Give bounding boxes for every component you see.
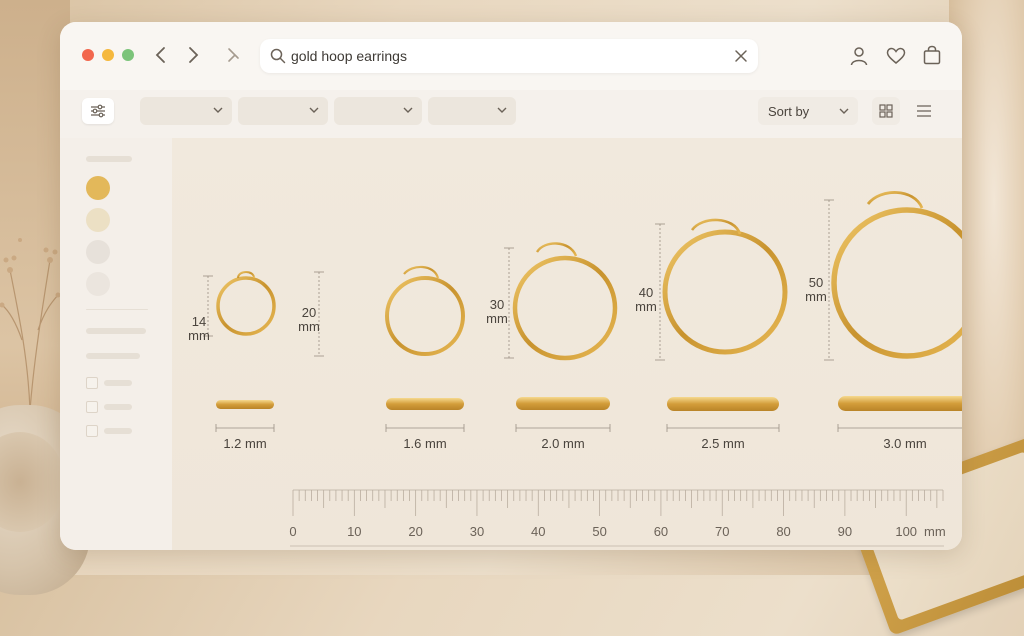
ruler-label: 40 <box>531 524 546 539</box>
sidebar-section-placeholder <box>86 353 140 359</box>
title-bar: gold hoop earrings <box>60 22 962 90</box>
ruler-unit: mm <box>924 524 946 539</box>
back-icon[interactable] <box>150 44 172 66</box>
ruler-label: 0 <box>289 524 297 539</box>
ruler-label: 80 <box>776 524 791 539</box>
hoop-size-label-50: 50 mm <box>805 275 827 304</box>
hoop-20mm[interactable] <box>314 265 465 432</box>
hoop-50mm[interactable] <box>824 191 962 432</box>
sidebar-checkbox[interactable] <box>86 425 98 437</box>
list-view-icon <box>917 105 931 117</box>
sort-dropdown[interactable]: Sort by <box>758 97 858 125</box>
sidebar-section-placeholder <box>86 328 146 334</box>
sidebar-heading-placeholder <box>86 156 132 162</box>
ruler-label: 100 <box>895 524 918 539</box>
hoop-30mm[interactable] <box>504 242 618 432</box>
grid-view-button[interactable] <box>872 97 900 125</box>
color-swatch-champagne[interactable] <box>86 208 110 232</box>
filter-button[interactable] <box>82 98 114 124</box>
sort-label: Sort by <box>768 104 810 119</box>
heart-icon[interactable] <box>886 47 906 65</box>
search-bar[interactable]: gold hoop earrings <box>260 39 758 73</box>
search-input[interactable]: gold hoop earrings <box>291 48 407 64</box>
measurement-ruler <box>292 489 944 516</box>
minimize-window-button[interactable] <box>102 49 114 61</box>
sidebar-option-placeholder <box>104 428 132 434</box>
sidebar-checkbox[interactable] <box>86 401 98 413</box>
clear-icon[interactable] <box>734 49 748 63</box>
color-swatch-silver[interactable] <box>86 240 110 264</box>
color-swatch-gold[interactable] <box>86 176 110 200</box>
ruler-label: 60 <box>653 524 669 539</box>
thickness-label: 2.5 mm <box>701 436 745 451</box>
filter-dropdown-3[interactable] <box>334 97 422 125</box>
color-swatch-light[interactable] <box>86 272 110 296</box>
ruler-label: 20 <box>408 524 423 539</box>
maximize-window-button[interactable] <box>122 49 134 61</box>
thickness-label: 3.0 mm <box>883 436 927 451</box>
sidebar-option-placeholder <box>104 404 132 410</box>
ruler-label: 30 <box>469 524 485 539</box>
filter-icon <box>91 104 105 118</box>
chevron-down-icon <box>497 107 507 113</box>
browser-window: gold hoop earrings Sort by 14 mm 20 mm 3… <box>60 22 962 550</box>
close-window-button[interactable] <box>82 49 94 61</box>
sidebar-divider <box>86 309 148 310</box>
grid-view-icon <box>879 104 893 118</box>
ruler-label: 10 <box>347 524 362 539</box>
ruler-label: 50 <box>592 524 607 539</box>
filter-dropdown-4[interactable] <box>428 97 516 125</box>
chevron-down-icon <box>213 107 223 113</box>
filter-sidebar <box>60 138 172 550</box>
hoop-14mm[interactable] <box>203 271 276 432</box>
chevron-down-icon <box>839 108 849 114</box>
hoop-size-label-30: 30 mm <box>486 297 508 326</box>
refresh-icon[interactable] <box>222 44 244 66</box>
list-view-button[interactable] <box>910 97 938 125</box>
ruler-label: 70 <box>715 524 730 539</box>
thickness-label: 2.0 mm <box>541 436 585 451</box>
chevron-down-icon <box>309 107 319 113</box>
sidebar-option-placeholder <box>104 380 132 386</box>
thickness-label: 1.6 mm <box>403 436 447 451</box>
bag-icon[interactable] <box>923 45 941 65</box>
hoop-illustrations <box>203 191 962 547</box>
user-icon[interactable] <box>850 46 868 66</box>
forward-icon[interactable] <box>182 44 204 66</box>
hoop-size-label-40: 40 mm <box>635 285 657 314</box>
chevron-down-icon <box>403 107 413 113</box>
size-guide-panel: 14 mm 20 mm 30 mm 40 mm 50 mm 1.2 mm 1.6 mm 2… <box>172 138 962 550</box>
filter-toolbar: Sort by <box>60 90 962 138</box>
hoop-size-label-20: 20 mm <box>298 305 320 334</box>
thickness-label: 1.2 mm <box>223 436 267 451</box>
filter-dropdown-1[interactable] <box>140 97 232 125</box>
search-icon <box>270 48 286 64</box>
sidebar-checkbox[interactable] <box>86 377 98 389</box>
hoop-40mm[interactable] <box>655 218 788 432</box>
ruler-label: 90 <box>837 524 853 539</box>
dried-flower-decoration <box>0 238 60 410</box>
hoop-size-label-14: 14 mm <box>188 314 210 343</box>
filter-dropdown-2[interactable] <box>238 97 328 125</box>
